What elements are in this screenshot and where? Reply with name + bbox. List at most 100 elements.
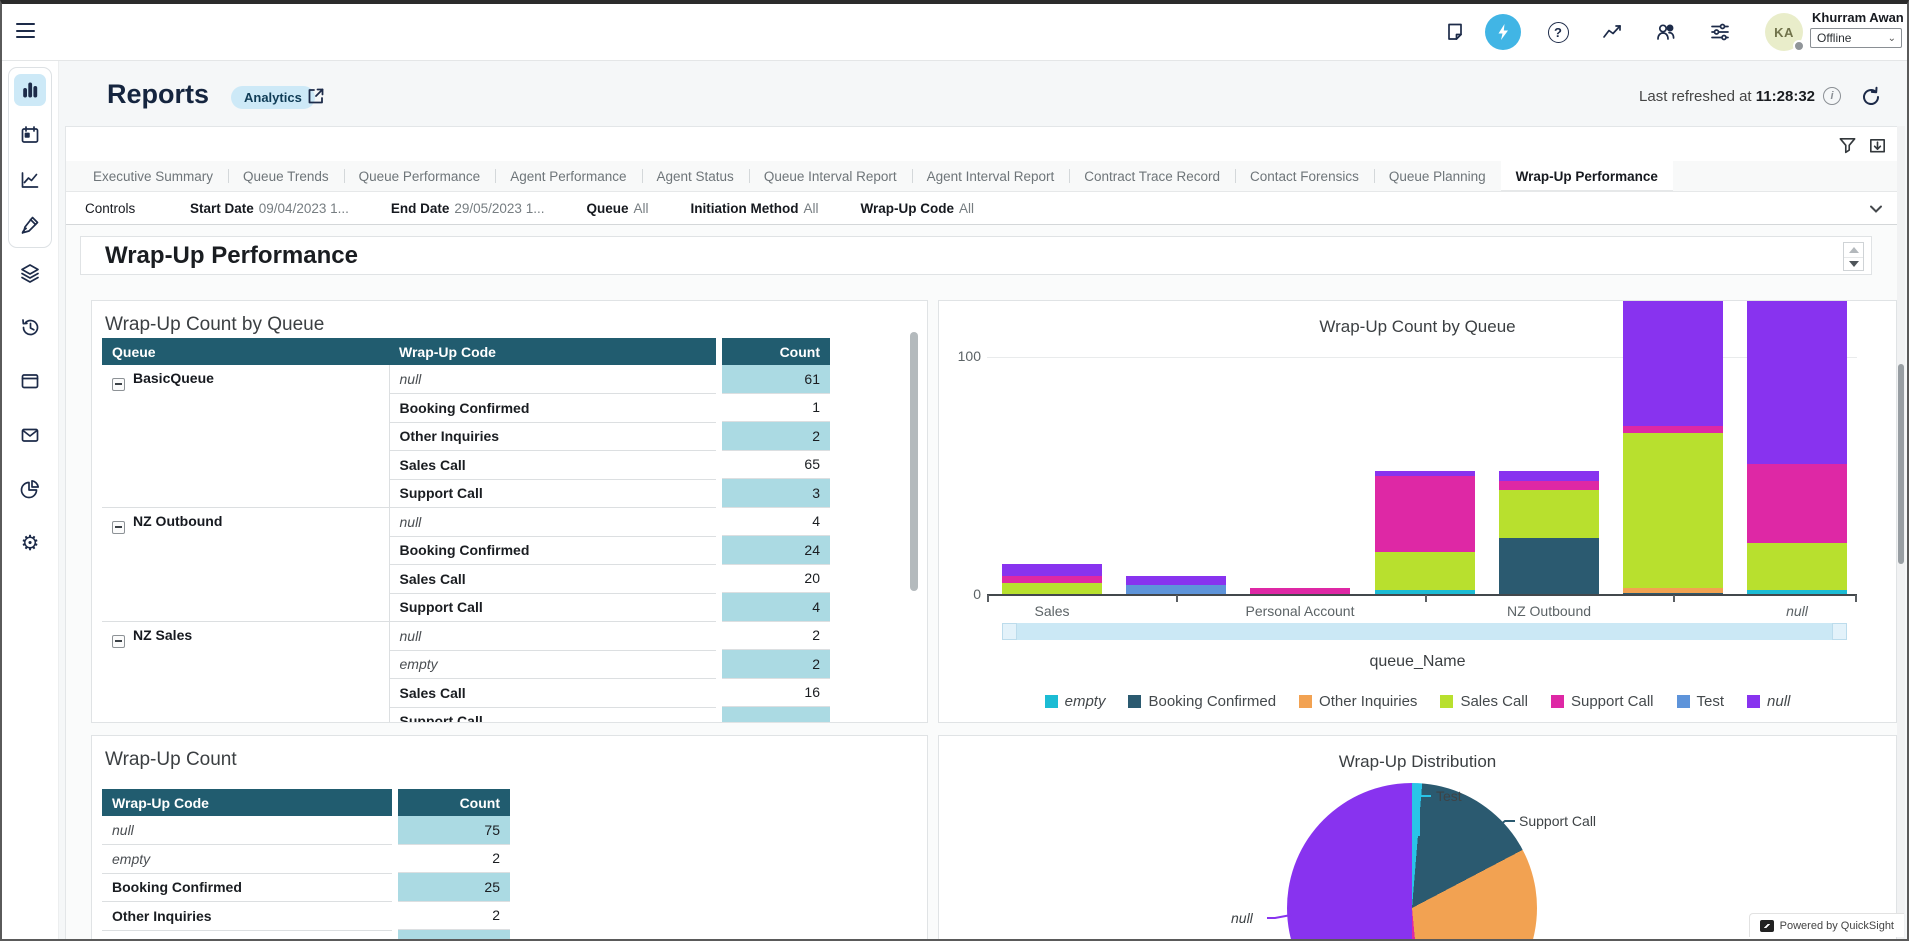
- zoom-handle-left[interactable]: [1002, 623, 1017, 640]
- controls-collapse-icon[interactable]: [1867, 200, 1885, 221]
- collapse-icon[interactable]: [112, 635, 125, 648]
- filter-end-date[interactable]: End Date29/05/2023 1...: [391, 201, 545, 216]
- count-column: Count 752252106: [398, 789, 510, 941]
- legend-item-sales-call[interactable]: Sales Call: [1440, 693, 1528, 710]
- legend-item-empty[interactable]: empty: [1045, 693, 1106, 710]
- filter-queue[interactable]: QueueAll: [586, 201, 648, 216]
- tab-queue-performance[interactable]: Queue Performance: [344, 161, 496, 191]
- bar-segment-sales-call[interactable]: [1623, 433, 1723, 588]
- open-external-icon[interactable]: [305, 85, 327, 112]
- notes-icon[interactable]: [1439, 16, 1471, 48]
- legend-item-support-call[interactable]: Support Call: [1551, 693, 1654, 710]
- tab-executive-summary[interactable]: Executive Summary: [78, 161, 228, 191]
- legend-label: Other Inquiries: [1319, 693, 1417, 710]
- tab-contact-forensics[interactable]: Contact Forensics: [1235, 161, 1374, 191]
- avatar[interactable]: KA: [1765, 13, 1803, 51]
- pie-chart[interactable]: [1287, 783, 1537, 941]
- bar-segment-booking-confirmed[interactable]: [1499, 538, 1599, 595]
- legend-label: empty: [1065, 693, 1106, 710]
- gear-icon[interactable]: ⚙: [14, 527, 46, 559]
- tab-contract-trace-record[interactable]: Contract Trace Record: [1069, 161, 1235, 191]
- top-bar: ? KA Khurram Awan Offline ⌄: [2, 4, 1907, 61]
- col-header-count[interactable]: Count: [722, 338, 830, 365]
- bar-segment-other-inquiries[interactable]: [1623, 588, 1723, 593]
- legend-label: Booking Confirmed: [1148, 693, 1276, 710]
- col-header-queue[interactable]: Queue: [102, 338, 389, 365]
- filter-initiation-method[interactable]: Initiation MethodAll: [690, 201, 818, 216]
- chart-title: Wrap-Up Distribution: [939, 752, 1896, 772]
- bar-segment-support-call[interactable]: [1002, 576, 1102, 583]
- x-axis-tick: [1673, 595, 1675, 602]
- pie-chart-icon[interactable]: [14, 473, 46, 505]
- count-cell: 2: [398, 902, 510, 931]
- bar-segment-null[interactable]: [1002, 564, 1102, 576]
- customize-icon[interactable]: [14, 209, 46, 241]
- bar-segment-null[interactable]: [1375, 471, 1475, 476]
- window-scrollbar-thumb[interactable]: [1898, 364, 1904, 564]
- bar-segment-sales-call[interactable]: [1499, 490, 1599, 538]
- bar-segment-support-call[interactable]: [1623, 426, 1723, 433]
- tab-agent-interval-report[interactable]: Agent Interval Report: [912, 161, 1070, 191]
- tab-queue-interval-report[interactable]: Queue Interval Report: [749, 161, 912, 191]
- pager-up-icon[interactable]: [1844, 243, 1863, 257]
- help-icon[interactable]: ?: [1542, 16, 1574, 48]
- bar-segment-null[interactable]: [1126, 576, 1226, 586]
- tab-queue-trends[interactable]: Queue Trends: [228, 161, 344, 191]
- export-icon[interactable]: [1867, 135, 1891, 159]
- legend-item-other-inquiries[interactable]: Other Inquiries: [1299, 693, 1417, 710]
- bar-segment-sales-call[interactable]: [1375, 552, 1475, 590]
- bar-segment-null[interactable]: [1499, 471, 1599, 481]
- tab-queue-planning[interactable]: Queue Planning: [1374, 161, 1501, 191]
- bar-segment-support-call[interactable]: [1375, 476, 1475, 552]
- realtime-metrics-icon[interactable]: [1485, 14, 1521, 50]
- chart-zoom-scrollbar[interactable]: [1002, 623, 1847, 640]
- tab-agent-performance[interactable]: Agent Performance: [495, 161, 641, 191]
- wrapup-code-cell: Support Call: [389, 593, 716, 622]
- window-icon[interactable]: [14, 365, 46, 397]
- zoom-handle-right[interactable]: [1832, 623, 1847, 640]
- col-header-count[interactable]: Count: [398, 789, 510, 816]
- queue-name: NZ Outbound: [133, 513, 222, 529]
- calendar-icon[interactable]: [14, 119, 46, 151]
- users-icon[interactable]: [1650, 16, 1682, 48]
- x-axis-tick: [987, 595, 989, 602]
- bar-segment-null[interactable]: [1747, 300, 1847, 464]
- bar-chart-icon[interactable]: [14, 74, 46, 106]
- x-axis-label: NZ Outbound: [1469, 603, 1629, 619]
- collapse-icon[interactable]: [112, 378, 125, 391]
- count-cell: 24: [722, 536, 830, 565]
- bar-segment-support-call[interactable]: [1747, 464, 1847, 543]
- bar-segment-null[interactable]: [1623, 300, 1723, 426]
- legend-item-null[interactable]: null: [1747, 693, 1790, 710]
- status-select[interactable]: Offline ⌄: [1810, 28, 1902, 48]
- filter-start-date[interactable]: Start Date09/04/2023 1...: [190, 201, 349, 216]
- pie-label-null: null: [1231, 910, 1253, 926]
- table-row: Booking Confirmed: [102, 873, 392, 902]
- pager-down-icon[interactable]: [1844, 257, 1863, 271]
- tab-wrap-up-performance[interactable]: Wrap-Up Performance: [1501, 161, 1673, 191]
- legend-item-booking-confirmed[interactable]: Booking Confirmed: [1128, 693, 1276, 710]
- wrapup-code-cell: Booking Confirmed: [389, 394, 716, 423]
- bar-segment-sales-call[interactable]: [1747, 543, 1847, 591]
- sheet-title-card: Wrap-Up Performance: [80, 236, 1872, 275]
- collapse-icon[interactable]: [112, 521, 125, 534]
- history-icon[interactable]: [14, 311, 46, 343]
- analytics-badge[interactable]: Analytics: [231, 86, 315, 109]
- refresh-icon[interactable]: [1859, 85, 1883, 114]
- filter-icon[interactable]: [1837, 135, 1861, 159]
- metrics-icon[interactable]: [1596, 16, 1628, 48]
- tab-agent-status[interactable]: Agent Status: [642, 161, 749, 191]
- legend-item-test[interactable]: Test: [1677, 693, 1725, 710]
- filter-wrap-up-code[interactable]: Wrap-Up CodeAll: [860, 201, 974, 216]
- table-scrollbar[interactable]: [910, 332, 918, 591]
- col-header-code[interactable]: Wrap-Up Code: [102, 789, 392, 816]
- col-header-code[interactable]: Wrap-Up Code: [389, 338, 716, 365]
- line-chart-icon[interactable]: [14, 164, 46, 196]
- info-icon[interactable]: i: [1823, 87, 1841, 105]
- bar-segment-support-call[interactable]: [1499, 481, 1599, 491]
- hamburger-menu-icon[interactable]: [16, 19, 40, 43]
- mail-icon[interactable]: [14, 419, 46, 451]
- layers-icon[interactable]: [14, 257, 46, 289]
- window-scrollbar[interactable]: [1897, 126, 1905, 939]
- settings-sliders-icon[interactable]: [1704, 16, 1736, 48]
